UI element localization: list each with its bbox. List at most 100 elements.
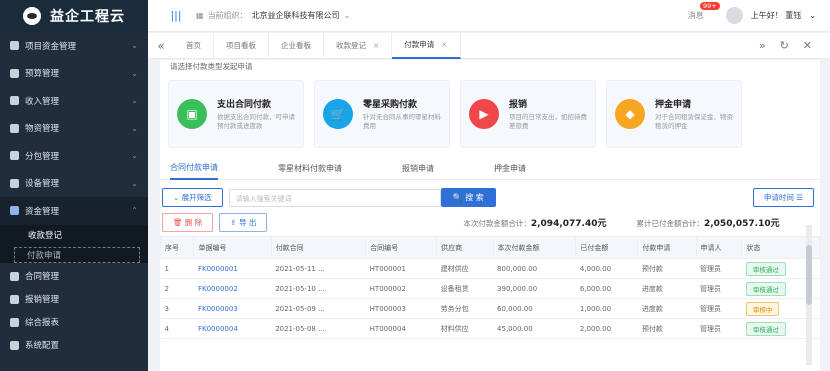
table-cell[interactable]: FK0000001: [193, 258, 272, 279]
delete-button[interactable]: 🗑 删 除: [162, 213, 214, 232]
messages[interactable]: 消息 99+: [687, 2, 720, 21]
col-header[interactable]: 供应商: [436, 236, 494, 259]
tabs-scroll-left-icon[interactable]: «: [148, 39, 174, 53]
search-button[interactable]: 🔍 搜 索: [440, 188, 496, 207]
sidebar-item-label: 预算管理: [25, 69, 60, 80]
status-badge: 审核中: [745, 301, 780, 316]
sort-by-date-button[interactable]: 申请时间 ☰: [752, 188, 814, 207]
user-greeting[interactable]: 上午好！ 董钰: [751, 10, 802, 21]
chevron-down-icon: ⌄: [131, 41, 138, 51]
tab-receipt[interactable]: 收款登记 ×: [324, 32, 393, 59]
current-payment-total: 本次付款金额合计：2,094,077.40元: [463, 216, 606, 229]
avatar[interactable]: [725, 7, 743, 24]
sidebar-bottom: 合同管理 报销管理 综合报表 系统配置: [0, 265, 148, 357]
table-cell[interactable]: FK0000003: [193, 298, 272, 319]
page-tabs: « 首页 项目看板 企业看板 收款登记 × 付款申请 × » ↻ ✕: [148, 32, 830, 59]
sidebar-item-reimburse[interactable]: 报销管理: [0, 288, 148, 311]
table-cell[interactable]: FK0000002: [193, 278, 272, 299]
sidebar-subitem-payment[interactable]: 付款申请: [14, 246, 140, 263]
tab-contract-payment[interactable]: 合同付款申请: [170, 157, 218, 180]
sidebar-item-subcontract[interactable]: 分包管理 ⌄: [0, 142, 148, 170]
tab-small-material[interactable]: 零星材料付款申请: [278, 158, 342, 179]
submenu-funds: 收款登记 付款申请: [0, 224, 148, 263]
menu-collapse-icon[interactable]: |||: [162, 9, 190, 22]
card-deposit[interactable]: ◆ 押金申请 对于合同租赁保证金、物资租赁的押金: [606, 80, 742, 148]
close-icon[interactable]: ×: [373, 41, 379, 50]
table-row[interactable]: 3 FK0000003 2021-05-09 ... HT000003 劳务分包 60,0…: [160, 298, 820, 319]
status-badge: 审核通过: [745, 261, 786, 276]
sidebar-item-funds[interactable]: 资金管理 ⌃: [0, 197, 148, 225]
org-icon: ▦: [196, 11, 204, 20]
card-reimburse[interactable]: ▶ 报销 项目的日常支出，如招待费差旅费: [460, 80, 596, 148]
sidebar-item-project-funds[interactable]: 项目资金管理 ⌄: [0, 32, 148, 60]
tab-home[interactable]: 首页: [174, 32, 214, 59]
button-label: 搜 索: [465, 193, 484, 202]
sidebar-item-budget[interactable]: 预算管理 ⌄: [0, 60, 148, 88]
sidebar-item-income[interactable]: 收入管理 ⌄: [0, 87, 148, 115]
button-label: 删 除: [184, 218, 203, 227]
document-icon: ▣: [177, 99, 207, 129]
sidebar-item-settings[interactable]: 系统配置: [0, 334, 148, 357]
col-header[interactable]: 合同编号: [365, 236, 438, 259]
income-icon: [10, 96, 19, 106]
close-icon[interactable]: ×: [441, 40, 447, 49]
chevron-up-icon: ⌃: [131, 206, 138, 216]
sidebar-item-materials[interactable]: 物资管理 ⌄: [0, 115, 148, 143]
card-small-purchase[interactable]: 🛒 零星采购付款 针对无合同从事的零星材料费用: [314, 80, 450, 148]
org-selector[interactable]: ▦ 当前组织： 北京益企联科技有限公司 ⌄: [196, 10, 350, 21]
col-header[interactable]: 付款申请: [637, 236, 697, 259]
sidebar-item-label: 收入管理: [25, 96, 60, 107]
table-cell: 6,000.00: [575, 278, 638, 299]
refresh-icon[interactable]: ↻: [780, 39, 789, 52]
col-header[interactable]: 序号: [159, 236, 195, 259]
scrollbar[interactable]: [806, 225, 812, 365]
table-cell: 2021-05-10 ...: [271, 278, 366, 299]
table-row[interactable]: 2 FK0000002 2021-05-10 ... HT000002 设备租赁 390,…: [160, 278, 820, 299]
payment-table: 序号 单据编号 付款合同 合同编号 供应商 本次付款金额 已付金额 付款申请 申…: [159, 236, 820, 339]
table-cell: 45,000.00: [493, 318, 576, 339]
org-label: 当前组织：: [207, 11, 248, 20]
table-cell[interactable]: FK0000004: [193, 318, 272, 339]
tab-deposit[interactable]: 押金申请: [494, 158, 526, 179]
contract-icon: [10, 271, 19, 281]
logo[interactable]: 益企工程云: [0, 0, 148, 32]
chevron-down-icon: ⌄: [809, 11, 816, 20]
tab-payment[interactable]: 付款申请 ×: [392, 32, 461, 59]
chevron-down-icon: ⌄: [131, 178, 138, 188]
scrollbar-thumb[interactable]: [806, 245, 812, 305]
messages-label: 消息: [687, 11, 704, 20]
tab-company-board[interactable]: 企业看板: [269, 32, 324, 59]
button-label: 导 出: [238, 218, 257, 227]
table-row[interactable]: 4 FK0000004 2021-05-08 ... HT000004 材料供应 45,0…: [160, 318, 820, 339]
table-cell: HT000004: [365, 318, 437, 339]
sidebar-item-reports[interactable]: 综合报表: [0, 311, 148, 334]
tab-reimburse[interactable]: 报销申请: [402, 158, 434, 179]
top-header: ||| ▦ 当前组织： 北京益企联科技有限公司 ⌄ 消息 99+ 上午好！ 董钰…: [148, 0, 830, 32]
tabs-scroll-right-icon[interactable]: »: [759, 39, 766, 52]
payment-type-cards: ▣ 支出合同付款 依据支出合同付款，可申请预付款或进度款 🛒 零星采购付款 针对…: [160, 73, 820, 155]
export-button[interactable]: ⇪ 导 出: [219, 213, 268, 232]
sidebar-subitem-receipt[interactable]: 收款登记: [0, 225, 148, 245]
sum-label: 累计已付金额合计：: [636, 219, 704, 228]
card-contract-payment[interactable]: ▣ 支出合同付款 依据支出合同付款，可申请预付款或进度款: [168, 80, 304, 148]
col-header[interactable]: 付款合同: [270, 236, 367, 259]
close-all-icon[interactable]: ✕: [803, 39, 812, 52]
search-input[interactable]: 请输入搜索关键词: [228, 188, 441, 207]
sidebar-item-equipment[interactable]: 设备管理 ⌄: [0, 170, 148, 198]
table-cell: 预付款: [637, 318, 697, 339]
sidebar-item-label: 项目资金管理: [25, 41, 77, 52]
chevron-down-icon: ⌄: [343, 11, 351, 20]
table-cell: 建材供应: [436, 258, 494, 279]
expand-filter-button[interactable]: ⌄ 展开筛选: [162, 188, 223, 207]
col-header[interactable]: 申请人: [695, 236, 743, 259]
col-header[interactable]: 单据编号: [193, 236, 272, 259]
col-header[interactable]: 本次付款金额: [492, 236, 577, 259]
card-desc: 项目的日常支出，如招待费差旅费: [509, 112, 587, 130]
tab-project-board[interactable]: 项目看板: [214, 32, 269, 59]
table-cell: 2021-05-11 ...: [271, 258, 366, 279]
chevron-down-icon: ⌄: [131, 123, 138, 133]
table-row[interactable]: 1 FK0000001 2021-05-11 ... HT000001 建材供应 800,…: [160, 258, 820, 279]
filter-bar: ⌄ 展开筛选 请输入搜索关键词 🔍 搜 索 申请时间 ☰: [160, 180, 820, 211]
col-header[interactable]: 已付金额: [575, 236, 639, 259]
sidebar-item-contract[interactable]: 合同管理: [0, 265, 148, 288]
